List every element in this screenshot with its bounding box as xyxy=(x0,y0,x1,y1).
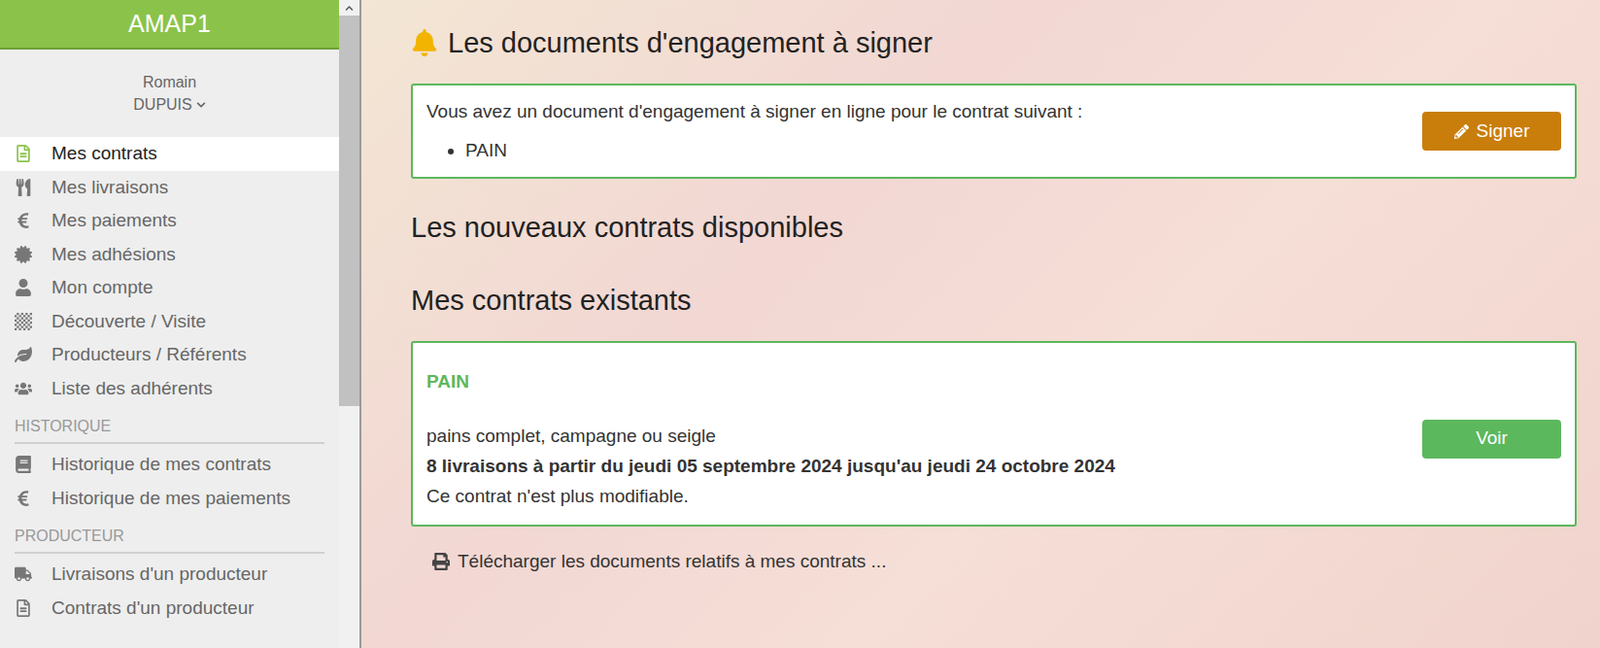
sidebar-item[interactable]: Mes contrats xyxy=(0,136,340,171)
new-contracts-heading: Les nouveaux contrats disponibles xyxy=(410,207,1577,247)
view-button[interactable]: Voir xyxy=(1422,419,1562,459)
sidebar-item[interactable]: Historique de mes contrats xyxy=(0,447,340,482)
existing-contracts-heading: Mes contrats existants xyxy=(410,280,1577,320)
section-title: PRODUCTEUR xyxy=(14,524,325,554)
sidebar-item[interactable]: Découverte / Visite xyxy=(0,305,340,340)
scrollbar[interactable] xyxy=(339,0,360,648)
app: AMAP1RomainDUPUISMes contratsMes livrais… xyxy=(0,0,1600,648)
menu-icon xyxy=(14,489,33,508)
to-sign-card: Vous avez un document d'engagement à sig… xyxy=(410,83,1577,179)
download-link[interactable]: Télécharger les documents relatifs à mes… xyxy=(432,547,1577,577)
chevron-down-icon xyxy=(196,100,206,110)
sidebar: AMAP1RomainDUPUISMes contratsMes livrais… xyxy=(0,0,362,648)
sidebar-item[interactable]: Mes livraisons xyxy=(0,170,340,205)
contract-card: PAIN pains complet, campagne ou seigle8 l… xyxy=(410,340,1577,527)
menu-icon xyxy=(14,245,33,264)
sidebar-section: PRODUCTEURLivraisons d'un producteurCont… xyxy=(0,514,340,625)
sidebar-section: HISTORIQUEHistorique de mes contratsHist… xyxy=(0,405,340,515)
scrollbar-thumb[interactable] xyxy=(339,15,360,407)
sidebar-item[interactable]: Mes adhésions xyxy=(0,238,340,273)
contract-deliveries: 8 livraisons à partir du jeudi 05 septem… xyxy=(426,450,1116,481)
scroll-up-icon[interactable] xyxy=(344,3,354,13)
menu-icon xyxy=(14,599,33,617)
sidebar-item[interactable]: Mes paiements xyxy=(0,204,340,239)
contract-name: PAIN xyxy=(426,366,1116,397)
sidebar-item[interactable]: Producteurs / Référents xyxy=(0,338,340,373)
menu-icon xyxy=(14,345,33,364)
sidebar-item[interactable]: Liste des adhérents xyxy=(0,372,340,407)
print-icon xyxy=(432,552,450,571)
sidebar-item[interactable]: Historique de mes paiements xyxy=(0,481,340,516)
sidebar-menu: Mes contratsMes livraisonsMes paiementsM… xyxy=(0,136,340,406)
main-content: Les documents d'engagement à signer Vous … xyxy=(361,0,1600,648)
menu-icon xyxy=(14,312,33,331)
bell-icon xyxy=(410,29,439,57)
user-menu[interactable]: RomainDUPUIS xyxy=(0,49,340,137)
contract-status: Ce contrat n'est plus modifiable. xyxy=(426,480,1116,511)
sidebar-header[interactable]: AMAP1 xyxy=(0,0,340,50)
section-title: HISTORIQUE xyxy=(14,414,325,444)
pencil-icon xyxy=(1454,124,1469,139)
to-sign-heading: Les documents d'engagement à signer xyxy=(410,23,1577,63)
sidebar-item[interactable]: Contrats d'un producteur xyxy=(0,591,340,626)
contract-description: pains complet, campagne ou seigle xyxy=(426,420,1116,451)
menu-icon xyxy=(14,565,33,583)
sidebar-item[interactable]: Livraisons d'un producteur xyxy=(0,557,340,592)
menu-icon xyxy=(14,144,33,163)
menu-icon xyxy=(14,178,33,197)
menu-icon xyxy=(14,211,33,230)
contract-to-sign: PAIN xyxy=(465,136,1083,166)
menu-icon xyxy=(14,455,33,474)
sidebar-item[interactable]: Mon compte xyxy=(0,271,340,306)
menu-icon xyxy=(14,278,33,297)
sign-button[interactable]: Signer xyxy=(1422,111,1562,151)
menu-icon xyxy=(14,379,33,398)
